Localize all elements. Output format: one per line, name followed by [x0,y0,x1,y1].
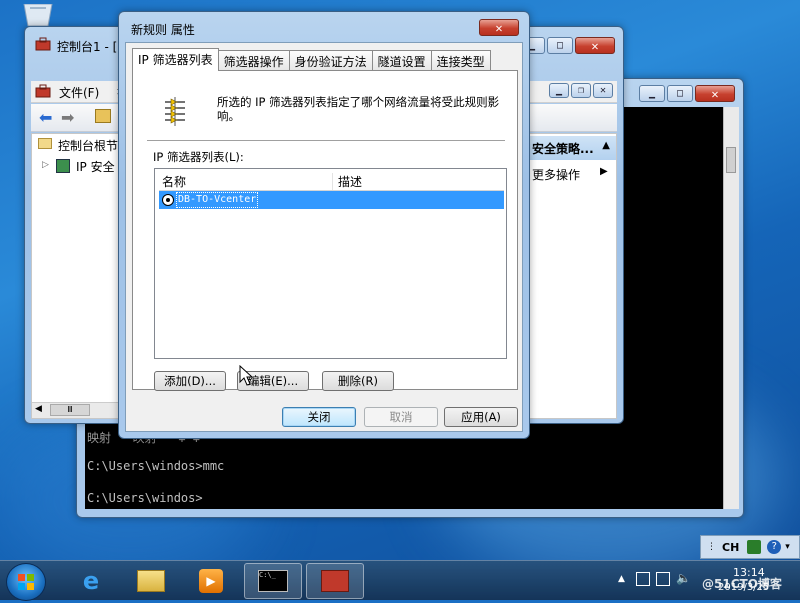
show-hidden-icons[interactable]: ▲ [618,574,625,584]
mouse-cursor-icon [239,365,253,386]
up-folder-icon[interactable] [95,109,111,123]
cmd-icon: C:\_ [258,570,288,592]
taskbar-ie[interactable]: e [62,563,120,599]
tree-ip-security[interactable]: IP 安全 [76,158,115,175]
language-bar[interactable]: ⋮ CH ? ▾ [700,535,800,559]
toolbox-icon [321,570,349,592]
filter-radio-icon[interactable] [162,194,174,206]
more-actions-label: 更多操作 [532,168,581,182]
cmd-scrollbar[interactable] [723,107,739,509]
maximize-button[interactable]: □ [547,37,573,54]
grip-icon[interactable]: ⋮ [707,542,716,552]
expand-icon[interactable]: ▷ [42,160,49,170]
tab-tunnel-settings[interactable]: 隧道设置 [371,50,432,70]
tab-connection-type[interactable]: 连接类型 [430,50,491,70]
window-title: 控制台1 - [ [57,40,118,54]
remove-button[interactable]: 删除(R) [322,371,394,391]
tree-root[interactable]: 控制台根节 [58,137,118,154]
windows-logo-icon [18,574,34,590]
network-icon[interactable] [656,572,670,586]
ip-filter-list-label: IP 筛选器列表(L): [153,150,244,164]
toolbox-icon [35,37,51,51]
close-button[interactable]: ✕ [695,85,735,102]
minimize-button[interactable]: ▁ [639,85,665,102]
ip-security-icon [56,159,70,173]
folder-icon [137,570,165,592]
media-player-icon: ▶ [199,569,223,593]
back-icon[interactable]: ⬅ [39,108,52,127]
cancel-button[interactable]: 取消 [364,407,438,427]
ok-button[interactable]: 关闭 [282,407,356,427]
scroll-left-icon[interactable]: ◀ [35,404,42,414]
filter-name: DB-TO-Vcenter [176,192,259,208]
separator [147,140,505,141]
recycle-bin-icon[interactable] [20,4,56,26]
dialog-close-button[interactable]: ✕ [479,19,519,36]
column-description[interactable]: 描述 [333,173,362,190]
close-button[interactable]: ✕ [593,83,613,98]
menu-file[interactable]: 文件(F) [59,84,99,101]
description-text: 所选的 IP 筛选器列表指定了哪个网络流量将受此规则影响。 [217,95,500,123]
list-header: 名称 描述 [159,173,504,191]
close-button[interactable]: ✕ [575,37,615,54]
action-center-icon[interactable] [636,572,650,586]
taskbar-explorer[interactable] [122,563,180,599]
taskbar-media-player[interactable]: ▶ [182,563,240,599]
more-actions[interactable]: 更多操作 ▶ [532,166,608,183]
inner-caption-buttons: ▁ ❐ ✕ [549,83,613,98]
cmd-caption-buttons: ▁ □ ✕ [639,85,735,102]
submenu-arrow-icon: ▶ [600,166,608,177]
apply-button[interactable]: 应用(A) [444,407,518,427]
ime-icon[interactable] [747,540,762,554]
ie-icon: e [82,567,100,595]
cmd-line: C:\Users\windos>mmc [87,459,225,473]
rule-properties-dialog[interactable]: 新规则 属性 ✕ IP 筛选器列表 筛选器操作 身份验证方法 隧道设置 连接类型 [118,11,530,439]
ip-filter-listview[interactable]: 名称 描述 DB-TO-Vcenter [154,168,507,359]
column-name[interactable]: 名称 [159,173,333,190]
collapse-icon[interactable]: ▲ [602,140,610,151]
cmd-prompt: C:\Users\windos> [87,491,203,505]
options-arrow-icon[interactable]: ▾ [785,542,790,552]
language-indicator[interactable]: CH [722,541,739,554]
actions-pane: 安全策略... ▲ 更多操作 ▶ [525,133,617,419]
taskbar-cmd[interactable]: C:\_ [244,563,302,599]
dialog-title: 新规则 属性 [131,23,195,37]
help-icon[interactable]: ? [767,540,782,554]
folder-icon [38,138,52,149]
list-row-selected[interactable]: DB-TO-Vcenter [159,191,504,209]
taskbar-mmc[interactable] [306,563,364,599]
mmc-caption-buttons: ▁ □ ✕ [519,37,615,54]
tab-ip-filter-list[interactable]: IP 筛选器列表 [132,48,219,71]
toolbox-icon [35,84,51,98]
watermark: @51CTO博客 [702,577,782,591]
tab-strip: IP 筛选器列表 筛选器操作 身份验证方法 隧道设置 连接类型 [132,48,491,71]
tab-panel: 所选的 IP 筛选器列表指定了哪个网络流量将受此规则影响。 IP 筛选器列表(L… [132,70,518,391]
desktop: ▁ □ ✕ 映射 " 映射 " ∓ ∓ · C:\Users\windos>mm… [0,0,800,560]
filter-icon [165,97,185,126]
forward-icon[interactable]: ➡ [61,108,74,127]
tab-authentication[interactable]: 身份验证方法 [288,50,373,70]
scroll-thumb[interactable] [726,147,736,173]
dialog-body: IP 筛选器列表 筛选器操作 身份验证方法 隧道设置 连接类型 所选的 IP 筛… [125,42,523,432]
taskbar: e ▶ C:\_ ▲ 🔈 13:14 2019/3/25 @51CTO博客 [0,560,800,601]
actions-header-label: 安全策略... [532,142,594,156]
maximize-button[interactable]: □ [667,85,693,102]
minimize-button[interactable]: ▁ [549,83,569,98]
tab-filter-action[interactable]: 筛选器操作 [217,50,290,70]
restore-button[interactable]: ❐ [571,83,591,98]
dialog-caption-buttons: ✕ [479,19,519,36]
start-button[interactable] [6,563,46,601]
actions-header[interactable]: 安全策略... ▲ [526,136,616,160]
volume-icon[interactable]: 🔈 [676,571,691,585]
add-button[interactable]: 添加(D)... [154,371,226,391]
system-tray: ▲ 🔈 13:14 2019/3/25 @51CTO博客 [600,561,800,601]
scroll-thumb[interactable]: Ⅲ [50,404,90,416]
